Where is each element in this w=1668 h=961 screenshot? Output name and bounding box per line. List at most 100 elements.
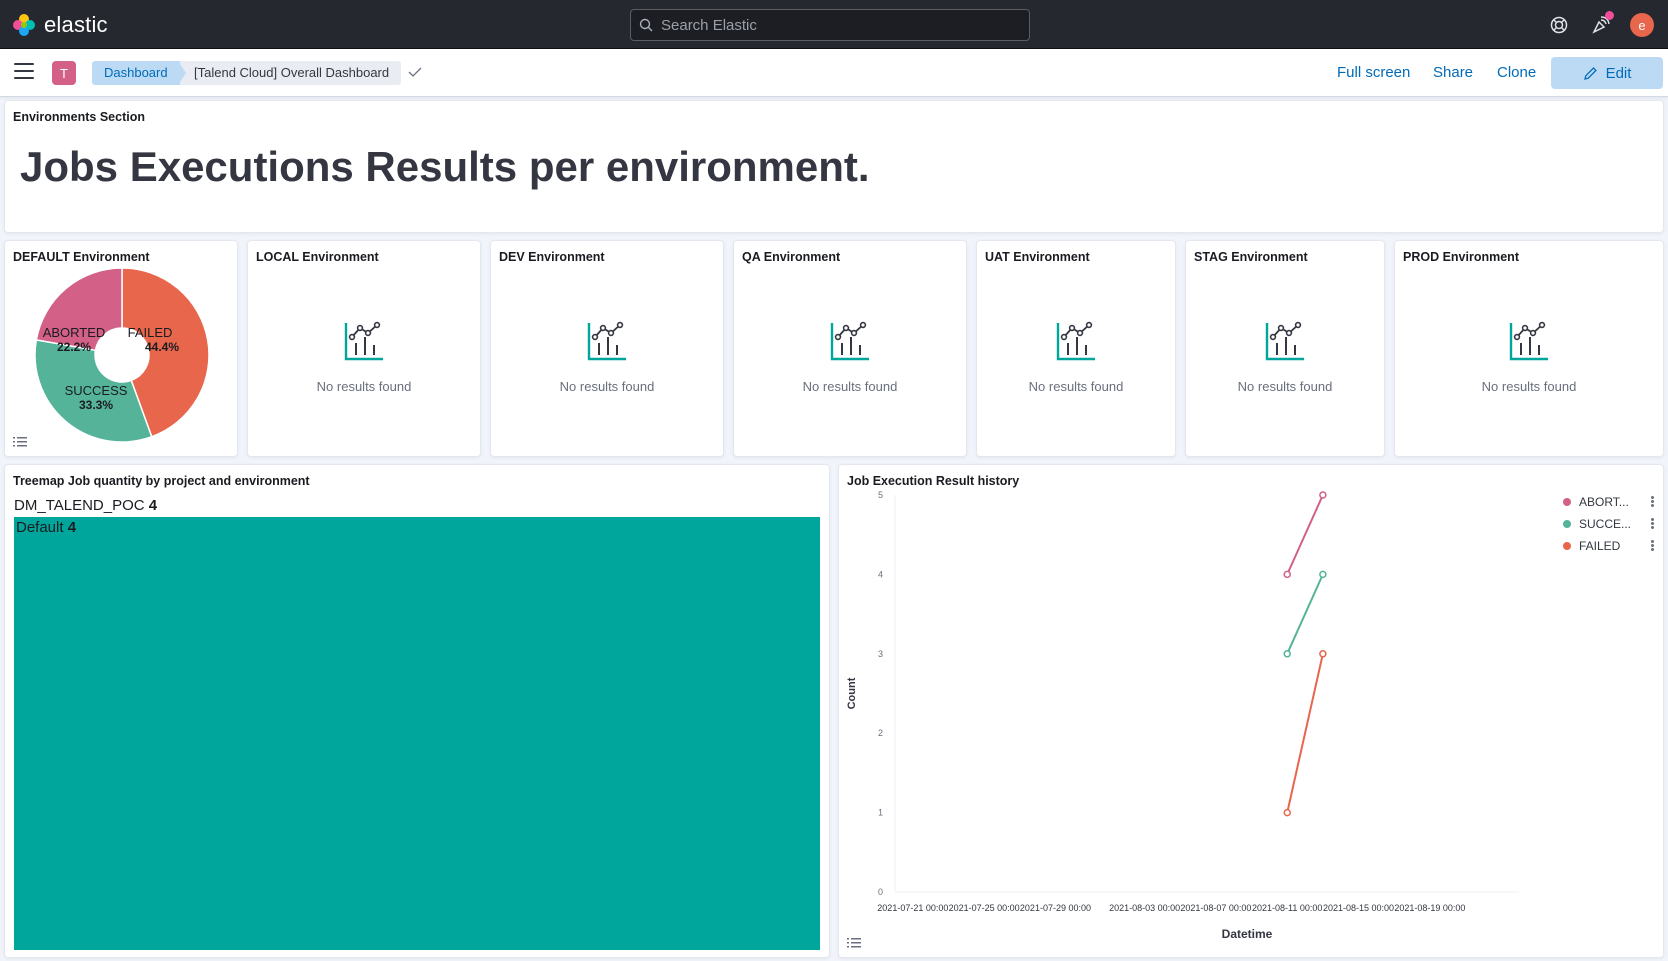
top-header: elastic e	[0, 0, 1668, 49]
x-tick-label: 2021-08-19 00:00	[1394, 903, 1465, 913]
no-results-text: No results found	[802, 379, 898, 394]
visualization-chart-icon	[587, 321, 626, 361]
legend-toggle-icon[interactable]	[13, 436, 27, 448]
dev-environment-panel: DEV Environment No results found	[490, 240, 724, 457]
no-results-text: No results found	[559, 379, 655, 394]
legend-toggle-icon[interactable]	[847, 937, 861, 949]
search-input[interactable]	[661, 10, 1021, 40]
treemap-cell-value: 4	[67, 519, 77, 536]
help-button[interactable]	[1546, 12, 1572, 38]
panel-title: Environments Section	[13, 110, 145, 124]
edit-label: Edit	[1605, 64, 1632, 82]
checkmark-icon	[408, 67, 422, 77]
project-name: DM_TALEND_POC	[14, 497, 145, 514]
legend-menu-icon[interactable]	[1651, 518, 1655, 530]
clone-button[interactable]: Clone	[1497, 63, 1536, 83]
x-tick-label: 2021-08-15 00:00	[1323, 903, 1394, 913]
help-lifebuoy-icon	[1550, 16, 1568, 34]
space-avatar[interactable]: T	[52, 61, 76, 85]
x-tick-label: 2021-07-25 00:00	[949, 903, 1020, 913]
pie-label: SUCCESS	[65, 383, 128, 398]
legend-item-aborted[interactable]: ABORT...	[1563, 495, 1629, 509]
panel-title: PROD Environment	[1403, 250, 1519, 264]
notification-dot	[1605, 11, 1614, 20]
x-axis-title: Datetime	[1222, 927, 1273, 941]
y-tick-label: 1	[878, 808, 883, 818]
qa-environment-panel: QA Environment No results found	[733, 240, 967, 457]
pencil-icon	[1583, 66, 1597, 80]
x-tick-label: 2021-08-11 00:00	[1252, 903, 1322, 913]
x-tick-label: 2021-08-03 00:00	[1109, 903, 1180, 913]
dashboard-toolbar: T Dashboard [Talend Cloud] Overall Dashb…	[0, 49, 1668, 97]
visualization-chart-icon	[344, 321, 383, 361]
default-pie-chart: FAILED44.4% SUCCESS33.3% ABORTED22.2%	[34, 267, 210, 443]
legend-dot	[1563, 498, 1571, 506]
pie-label: FAILED	[128, 325, 173, 340]
legend-menu-icon[interactable]	[1651, 496, 1655, 508]
stag-environment-panel: STAG Environment No results found	[1185, 240, 1385, 457]
elastic-logo-icon	[13, 14, 35, 36]
breadcrumb-dashboard[interactable]: Dashboard	[92, 61, 182, 85]
panel-title: STAG Environment	[1194, 250, 1308, 264]
y-tick-label: 2	[878, 728, 883, 738]
legend-dot	[1563, 542, 1571, 550]
legend-item-success[interactable]: SUCCE...	[1563, 517, 1631, 531]
treemap-panel: Treemap Job quantity by project and envi…	[4, 464, 830, 958]
data-point	[1283, 570, 1291, 579]
series-line	[1286, 573, 1324, 655]
no-results-text: No results found	[316, 379, 412, 394]
y-tick-label: 3	[878, 649, 883, 659]
legend-label: FAILED	[1579, 539, 1621, 553]
search-box[interactable]	[630, 9, 1030, 41]
pie-label: ABORTED	[43, 325, 106, 340]
data-point	[1283, 808, 1291, 817]
pie-value-label: 33.3%	[79, 398, 113, 412]
panel-title: DEV Environment	[499, 250, 605, 264]
uat-environment-panel: UAT Environment No results found	[976, 240, 1176, 457]
search-icon	[639, 18, 653, 32]
visualization-chart-icon	[1265, 321, 1304, 361]
default-environment-panel: DEFAULT Environment FAILED 44.4% SUCCESS 33…	[4, 240, 238, 457]
prod-environment-panel: PROD Environment No results found	[1394, 240, 1664, 457]
y-tick-label: 0	[878, 887, 883, 897]
no-results-text: No results found	[1028, 379, 1124, 394]
elastic-logo[interactable]: elastic	[12, 12, 108, 38]
news-button[interactable]	[1588, 11, 1614, 38]
environments-section-panel: Environments Section Jobs Executions Res…	[4, 100, 1664, 233]
breadcrumb-current: [Talend Cloud] Overall Dashboard	[180, 61, 402, 85]
pie-value-label: 44.4%	[145, 340, 179, 354]
local-environment-panel: LOCAL Environment No results found	[247, 240, 481, 457]
treemap-cell-default[interactable]: Default 4	[14, 517, 820, 950]
legend-menu-icon[interactable]	[1651, 540, 1655, 552]
y-tick-label: 5	[878, 490, 883, 500]
edit-button[interactable]: Edit	[1551, 57, 1663, 89]
visualization-chart-icon	[1056, 321, 1095, 361]
data-point	[1319, 650, 1327, 658]
panel-title: LOCAL Environment	[256, 250, 379, 264]
share-button[interactable]: Share	[1433, 63, 1473, 83]
user-avatar[interactable]: e	[1630, 13, 1654, 37]
treemap-project-label: DM_TALEND_POC 4	[14, 497, 157, 514]
data-point	[1319, 491, 1327, 499]
visualization-chart-icon	[1509, 321, 1548, 361]
legend-dot	[1563, 520, 1571, 528]
history-panel: Job Execution Result history 0 1 2 3 4 5 2021-…	[838, 464, 1664, 958]
project-value: 4	[148, 497, 158, 514]
panel-title: Treemap Job quantity by project and envi…	[13, 474, 310, 488]
menu-button[interactable]	[14, 63, 34, 81]
panel-title: UAT Environment	[985, 250, 1090, 264]
y-tick-label: 4	[878, 569, 883, 579]
history-line-chart: 0123452021-07-21 00:00 2021-07-25 00:00 20…	[846, 490, 1519, 941]
section-heading: Jobs Executions Results per environment.	[20, 143, 870, 190]
series-line	[1286, 494, 1324, 575]
fullscreen-button[interactable]: Full screen	[1337, 63, 1410, 83]
x-tick-label: 2021-07-21 00:00	[877, 903, 948, 913]
data-point	[1283, 650, 1291, 658]
panel-title: QA Environment	[742, 250, 841, 264]
visualization-chart-icon	[830, 321, 869, 361]
logo-text: elastic	[44, 12, 108, 37]
breadcrumb-separator	[178, 61, 186, 85]
x-tick-label: 2021-07-29 00:00	[1020, 903, 1091, 913]
legend-item-failed[interactable]: FAILED	[1563, 539, 1620, 553]
legend-label: ABORT...	[1579, 495, 1629, 509]
